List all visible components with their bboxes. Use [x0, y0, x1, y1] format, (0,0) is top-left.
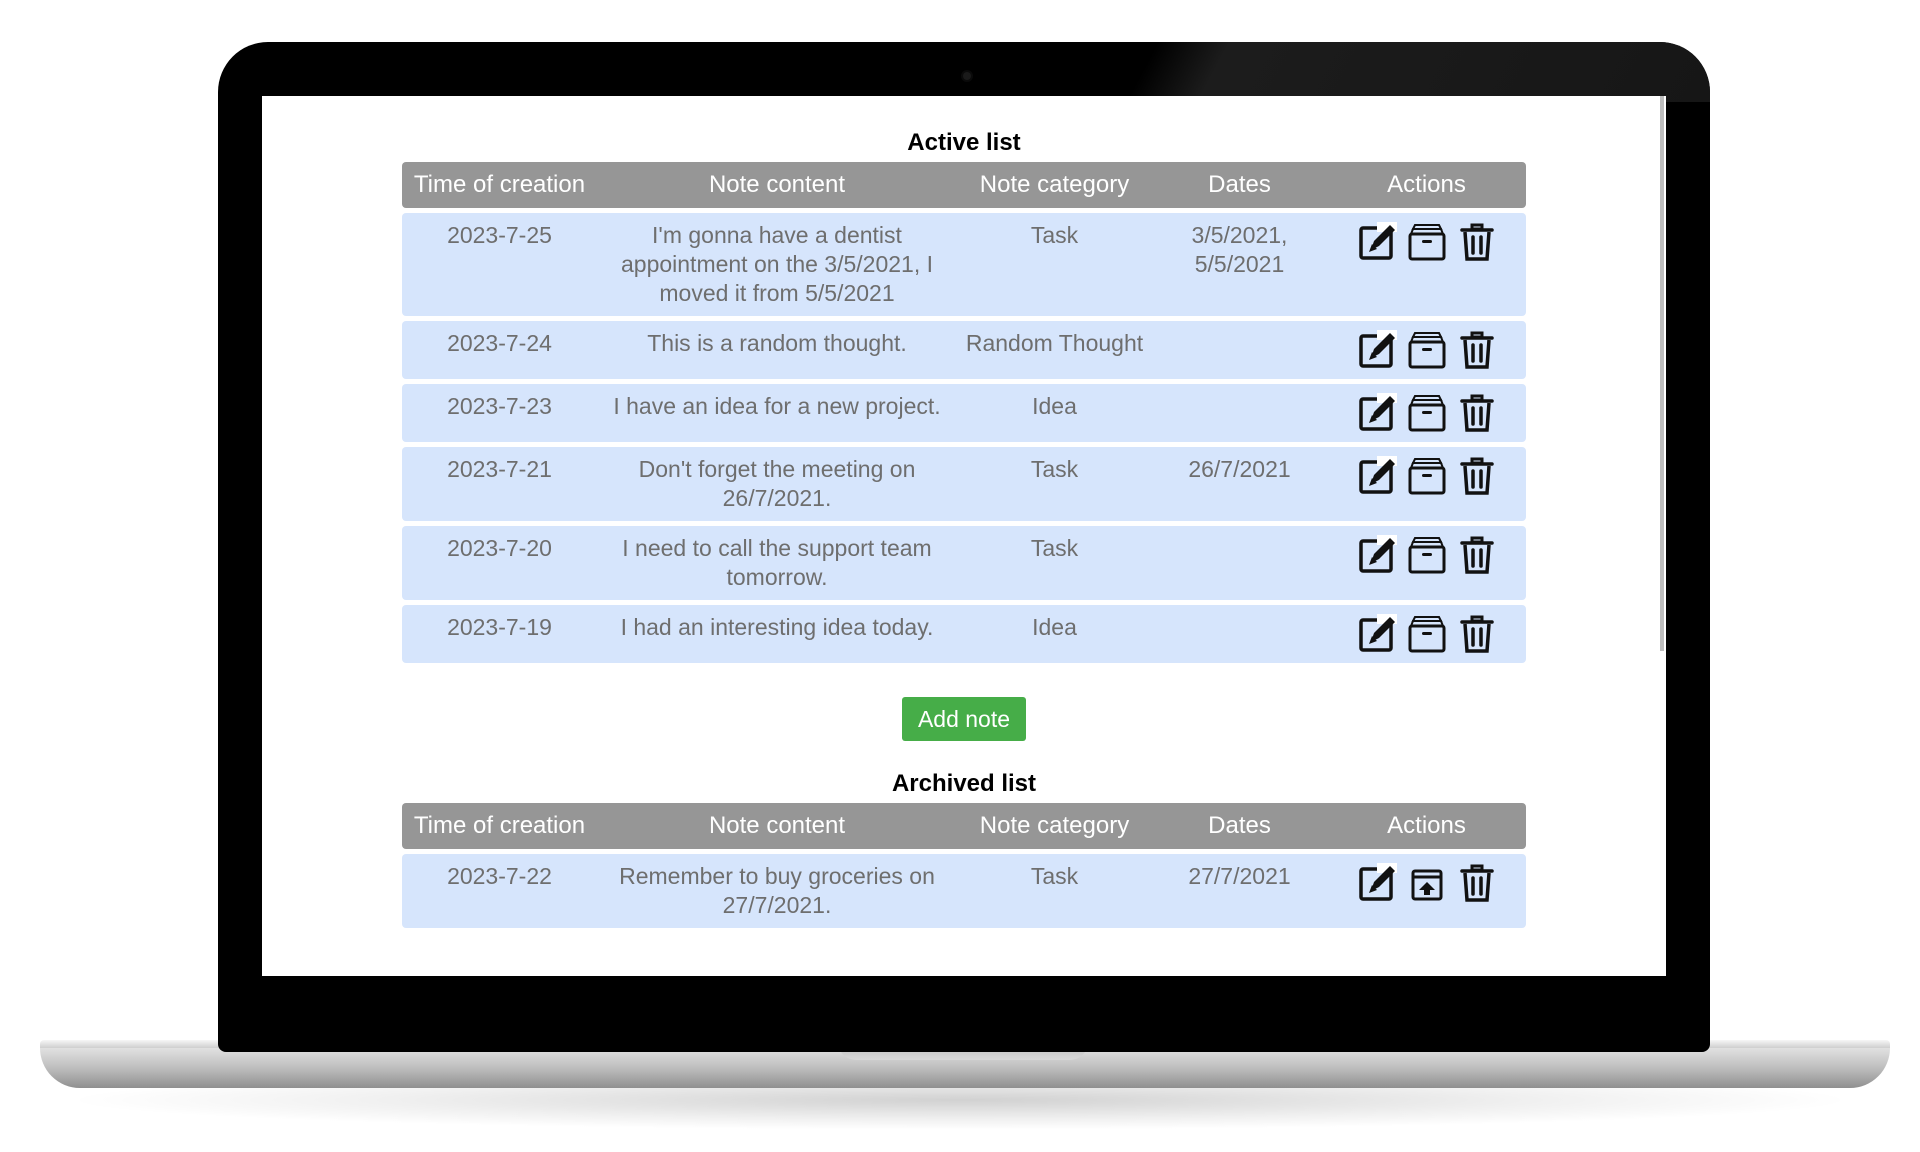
cell-time: 2023-7-22	[447, 863, 552, 889]
table-row: 2023-7-20 I need to call the support team…	[402, 526, 1526, 600]
cell-dates	[1152, 392, 1327, 434]
cell-content: I'm gonna have a dentist appointment on …	[620, 222, 934, 306]
cell-time: 2023-7-25	[447, 222, 552, 248]
archive-icon[interactable]	[1406, 613, 1448, 655]
header-actions: Actions	[1387, 812, 1466, 839]
cell-time: 2023-7-20	[447, 535, 552, 561]
cell-dates: 3/5/2021, 5/5/2021	[1191, 222, 1288, 277]
edit-icon[interactable]	[1356, 392, 1398, 434]
cell-actions	[1327, 862, 1526, 920]
screen: Active list Time of creation Note conten…	[262, 96, 1666, 976]
camera	[963, 72, 971, 80]
trash-icon[interactable]	[1456, 392, 1498, 434]
cell-category: Task	[1030, 535, 1079, 561]
edit-icon[interactable]	[1356, 534, 1398, 576]
trash-icon[interactable]	[1456, 329, 1498, 371]
edit-icon[interactable]	[1356, 862, 1398, 904]
cell-category: Task	[1030, 456, 1079, 482]
cell-content: Remember to buy groceries on 27/7/2021.	[619, 863, 935, 918]
cell-category: Task	[1030, 222, 1079, 248]
trash-icon[interactable]	[1456, 221, 1498, 263]
cell-time: 2023-7-24	[447, 330, 552, 356]
unarchive-icon[interactable]	[1406, 862, 1448, 904]
archive-icon[interactable]	[1406, 534, 1448, 576]
table-row: 2023-7-22 Remember to buy groceries on 27…	[402, 854, 1526, 928]
cell-category: Idea	[1032, 393, 1077, 419]
trash-icon[interactable]	[1456, 455, 1498, 497]
cell-category: Random Thought	[965, 330, 1144, 356]
cell-actions	[1327, 221, 1526, 308]
cell-dates	[1152, 534, 1327, 592]
archive-icon[interactable]	[1406, 221, 1448, 263]
table-row: 2023-7-23 I have an idea for a new projec…	[402, 384, 1526, 442]
active-table-body: 2023-7-25 I'm gonna have a dentist appoin…	[402, 213, 1526, 663]
header-dates: Dates	[1208, 171, 1271, 198]
edit-icon[interactable]	[1356, 221, 1398, 263]
cell-actions	[1327, 534, 1526, 592]
trash-icon[interactable]	[1456, 613, 1498, 655]
add-note-button[interactable]: Add note	[901, 697, 1027, 741]
cell-category: Task	[1030, 863, 1079, 889]
cell-time: 2023-7-21	[447, 456, 552, 482]
header-content: Note content	[708, 171, 846, 198]
cell-actions	[1327, 455, 1526, 513]
cell-category: Idea	[1032, 614, 1077, 640]
edit-icon[interactable]	[1356, 455, 1398, 497]
cell-actions	[1327, 613, 1526, 655]
cell-content: I need to call the support team tomorrow…	[622, 535, 932, 590]
archived-list-title: Archived list	[891, 770, 1037, 797]
header-category: Note category	[979, 812, 1130, 839]
header-dates: Dates	[1208, 812, 1271, 839]
trash-icon[interactable]	[1456, 534, 1498, 576]
cell-content: I have an idea for a new project.	[613, 393, 941, 419]
cell-time: 2023-7-23	[447, 393, 552, 419]
active-table-header: Time of creation Note content Note categ…	[402, 162, 1526, 208]
cell-actions	[1327, 329, 1526, 371]
cell-dates	[1152, 613, 1327, 655]
cell-content: I had an interesting idea today.	[620, 614, 934, 640]
header-time: Time of creation	[413, 812, 586, 839]
header-time: Time of creation	[413, 171, 586, 198]
archive-icon[interactable]	[1406, 392, 1448, 434]
bezel-glare	[1126, 42, 1710, 102]
cell-content: Don't forget the meeting on 26/7/2021.	[638, 456, 916, 511]
cell-content: This is a random thought.	[647, 330, 907, 356]
cell-time: 2023-7-19	[447, 614, 552, 640]
table-row: 2023-7-24 This is a random thought. Random…	[402, 321, 1526, 379]
cell-dates: 26/7/2021	[1188, 456, 1291, 482]
active-list-title: Active list	[907, 129, 1021, 156]
notes-app: Active list Time of creation Note conten…	[402, 96, 1526, 928]
archived-table-header: Time of creation Note content Note categ…	[402, 803, 1526, 849]
archive-icon[interactable]	[1406, 455, 1448, 497]
cell-dates: 27/7/2021	[1188, 863, 1291, 889]
trash-icon[interactable]	[1456, 862, 1498, 904]
scrollbar[interactable]	[1660, 96, 1664, 651]
cell-dates	[1152, 329, 1327, 371]
table-row: 2023-7-25 I'm gonna have a dentist appoin…	[402, 213, 1526, 316]
edit-icon[interactable]	[1356, 613, 1398, 655]
header-category: Note category	[979, 171, 1130, 198]
header-content: Note content	[708, 812, 846, 839]
cell-actions	[1327, 392, 1526, 434]
header-actions: Actions	[1387, 171, 1466, 198]
archive-icon[interactable]	[1406, 329, 1448, 371]
edit-icon[interactable]	[1356, 329, 1398, 371]
archived-table-body: 2023-7-22 Remember to buy groceries on 27…	[402, 854, 1526, 928]
table-row: 2023-7-19 I had an interesting idea today…	[402, 605, 1526, 663]
table-row: 2023-7-21 Don't forget the meeting on 26/…	[402, 447, 1526, 521]
